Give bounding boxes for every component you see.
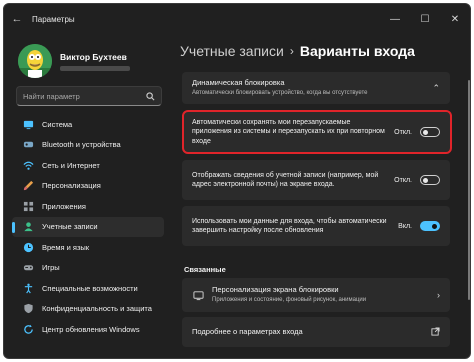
breadcrumb-parent[interactable]: Учетные записи [180, 43, 284, 59]
show-account-toggle[interactable] [420, 175, 440, 185]
clock-icon [22, 241, 34, 253]
apps-icon [22, 200, 34, 212]
sidebar-item-accounts[interactable]: Учетные записи [12, 216, 164, 237]
more-info-title: Подробнее о параметрах входа [192, 327, 303, 337]
sidebar-item-gaming[interactable]: Игры [12, 258, 164, 279]
use-signin-text: Использовать мои данные для входа, чтобы… [192, 217, 387, 235]
sidebar-item-label: Конфиденциальность и защита [42, 304, 152, 314]
shield-icon [22, 303, 34, 315]
sidebar-item-apps[interactable]: Приложения [12, 196, 164, 217]
close-icon: ✕ [450, 13, 460, 25]
brush-icon [22, 180, 34, 192]
breadcrumb: Учетные записи › Варианты входа [180, 43, 415, 59]
sidebar-item-label: Специальные возможности [42, 283, 138, 293]
lock-screen-desc: Приложения и состояние, фоновый рисунок,… [212, 297, 367, 303]
close-button[interactable]: ✕ [440, 4, 470, 34]
sidebar-item-label: Приложения [42, 201, 86, 211]
sidebar-item-label: Центр обновления Windows [42, 324, 140, 334]
sidebar-item-label: Персонализация [42, 181, 101, 191]
user-email-redacted [60, 65, 130, 71]
dynamic-lock-desc: Автоматически блокировать устройство, ко… [192, 90, 368, 96]
sidebar: Виктор Бухтеев Найти параметр Система Bl… [4, 34, 172, 358]
use-signin-toggle[interactable] [420, 221, 440, 231]
lock-screen-title: Персонализация экрана блокировки [212, 284, 339, 294]
network-icon [22, 159, 34, 171]
sidebar-nav: Система Bluetooth и устройства Сеть и Ин… [12, 114, 164, 340]
breadcrumb-separator: › [289, 44, 294, 58]
use-signin-card: Использовать мои данные для входа, чтобы… [182, 206, 450, 246]
window-controls: — ☐ ✕ [380, 4, 470, 34]
maximize-button[interactable]: ☐ [410, 4, 440, 34]
use-signin-state: Вкл. [398, 222, 412, 230]
sidebar-item-bluetooth[interactable]: Bluetooth и устройства [12, 135, 164, 156]
sidebar-item-windows-update[interactable]: Центр обновления Windows [12, 319, 164, 340]
search-icon [145, 91, 155, 101]
search-input[interactable]: Найти параметр [16, 86, 162, 106]
sidebar-item-label: Система [42, 119, 73, 129]
accessibility-icon [22, 282, 34, 294]
scrollbar[interactable] [468, 80, 470, 300]
window-title: Параметры [32, 14, 75, 24]
sidebar-item-label: Игры [42, 263, 60, 273]
sidebar-item-label: Bluetooth и устройства [42, 140, 121, 150]
search-placeholder: Найти параметр [23, 91, 80, 101]
minimize-button[interactable]: — [380, 4, 410, 34]
show-account-text: Отображать сведения об учетной записи (н… [192, 171, 379, 189]
settings-window: ← Параметры — ☐ ✕ Виктор Бухтеев Найти п… [3, 3, 471, 359]
sidebar-item-system[interactable]: Система [12, 114, 164, 135]
lock-screen-card[interactable]: Персонализация экрана блокировки Приложе… [182, 278, 450, 312]
show-account-state: Откл. [394, 176, 412, 184]
sidebar-item-label: Учетные записи [42, 222, 98, 232]
update-icon [22, 323, 34, 335]
sidebar-item-personalization[interactable]: Персонализация [12, 176, 164, 197]
system-icon [22, 118, 34, 130]
accounts-icon [22, 221, 34, 233]
page-title: Варианты входа [299, 43, 415, 59]
sidebar-item-label: Время и язык [42, 242, 90, 252]
gaming-icon [22, 262, 34, 274]
sidebar-item-time-language[interactable]: Время и язык [12, 237, 164, 258]
maximize-icon: ☐ [420, 13, 430, 25]
dynamic-lock-card[interactable]: Динамическая блокировка Автоматически бл… [182, 72, 450, 104]
highlight-frame [182, 110, 452, 154]
sidebar-item-privacy[interactable]: Конфиденциальность и защита [12, 299, 164, 320]
related-section-title: Связанные [184, 265, 226, 274]
bluetooth-icon [22, 139, 34, 151]
sidebar-item-network[interactable]: Сеть и Интернет [12, 155, 164, 176]
more-info-card[interactable]: Подробнее о параметрах входа [182, 317, 450, 347]
dynamic-lock-title: Динамическая блокировка [192, 77, 285, 87]
show-account-card: Отображать сведения об учетной записи (н… [182, 160, 450, 200]
main-content: Учетные записи › Варианты входа Динамиче… [172, 34, 470, 358]
lock-screen-icon [192, 289, 204, 301]
chevron-right-icon: › [437, 290, 440, 300]
arrow-left-icon: ← [11, 13, 23, 25]
user-profile[interactable]: Виктор Бухтеев [18, 44, 130, 78]
user-name: Виктор Бухтеев [60, 51, 127, 62]
back-button[interactable]: ← [4, 4, 30, 34]
sidebar-item-accessibility[interactable]: Специальные возможности [12, 278, 164, 299]
chevron-up-icon: ⌃ [432, 82, 440, 93]
external-link-icon [431, 326, 440, 338]
avatar [18, 44, 52, 78]
minimize-icon: — [390, 13, 400, 25]
sidebar-item-label: Сеть и Интернет [42, 160, 100, 170]
title-bar: ← Параметры — ☐ ✕ [4, 4, 470, 34]
